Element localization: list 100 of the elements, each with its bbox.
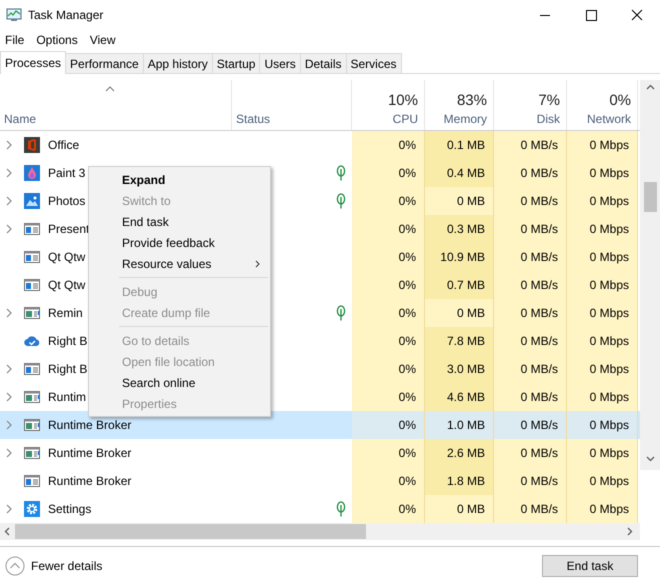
- expand-chevron-icon[interactable]: [6, 196, 12, 206]
- expand-chevron-icon[interactable]: [6, 168, 12, 178]
- table-cell: 0 Mbps: [567, 411, 638, 439]
- app-window-icon: [24, 473, 40, 489]
- table-cell: 0%: [352, 187, 425, 215]
- table-cell: 0 Mbps: [567, 215, 638, 243]
- table-cell: 0 MB/s: [494, 243, 567, 271]
- process-name: Runtime Broker: [48, 418, 132, 432]
- process-name: Settings: [48, 502, 92, 516]
- table-cell: 0 MB/s: [494, 411, 567, 439]
- app-window-icon: [24, 389, 40, 405]
- selected-row[interactable]: Runtime Broker 0% 1.0 MB 0 MB/s 0 Mbps: [0, 411, 640, 439]
- table-cell: 0 MB/s: [494, 131, 567, 159]
- scrollbar-thumb[interactable]: [15, 524, 366, 539]
- fewer-details-link[interactable]: Fewer details: [31, 559, 102, 573]
- scroll-up-icon[interactable]: [646, 84, 654, 90]
- table-cell: 0 Mbps: [567, 131, 638, 159]
- table-cell: 0 Mbps: [567, 243, 638, 271]
- column-header[interactable]: Name: [4, 112, 225, 126]
- table-cell: 0 Mbps: [567, 355, 638, 383]
- tab[interactable]: Startup: [212, 53, 260, 73]
- process-name: Photos: [48, 194, 86, 208]
- column-header[interactable]: Memory: [444, 112, 487, 126]
- table-cell: 0%: [352, 159, 425, 187]
- table-cell: 0 MB/s: [494, 495, 567, 523]
- tab[interactable]: Processes: [0, 51, 66, 74]
- tab[interactable]: App history: [142, 53, 213, 73]
- table-cell: 0.1 MB: [425, 131, 494, 159]
- end-task-button[interactable]: End task: [542, 555, 638, 577]
- process-name: Right B: [48, 334, 88, 348]
- process-name: Qt Qtw: [48, 278, 86, 292]
- scroll-left-icon[interactable]: [4, 527, 10, 536]
- tab[interactable]: Performance: [65, 53, 144, 73]
- menu-item[interactable]: Expand: [89, 169, 270, 190]
- column-header[interactable]: Status: [236, 112, 345, 126]
- tab[interactable]: Details: [300, 53, 346, 73]
- expand-chevron-icon[interactable]: [6, 224, 12, 234]
- usage-total: 0%: [609, 92, 631, 109]
- tab[interactable]: Users: [259, 53, 301, 73]
- table-cell: 0%: [352, 271, 425, 299]
- menu-item[interactable]: Options: [31, 33, 85, 47]
- table-cell: 0 Mbps: [567, 327, 638, 355]
- table-cell: 0%: [352, 327, 425, 355]
- table-cell: 0 MB/s: [494, 215, 567, 243]
- usage-total: 7%: [538, 92, 560, 109]
- office-logo-icon: [24, 137, 40, 153]
- table-cell: 1.8 MB: [425, 467, 494, 495]
- column-header[interactable]: Disk: [536, 112, 560, 126]
- table-cell: 0%: [352, 467, 425, 495]
- settings-icon: [24, 501, 40, 517]
- expand-chevron-icon[interactable]: [6, 308, 12, 318]
- table-cell: 2.6 MB: [425, 439, 494, 467]
- table-cell: 0 Mbps: [567, 383, 638, 411]
- app-window-icon: [24, 445, 40, 461]
- expand-chevron-icon[interactable]: [6, 140, 12, 150]
- table-cell: 3.0 MB: [425, 355, 494, 383]
- table-cell: 0.4 MB: [425, 159, 494, 187]
- scroll-down-icon[interactable]: [646, 456, 654, 462]
- table-cell: 10.9 MB: [425, 243, 494, 271]
- usage-total: 10%: [388, 92, 418, 109]
- expand-chevron-icon[interactable]: [6, 448, 12, 458]
- expand-chevron-icon[interactable]: [6, 364, 12, 374]
- app-window-icon: [24, 361, 40, 377]
- app-window-icon: [24, 305, 40, 321]
- window-title: Task Manager: [28, 8, 104, 22]
- expand-chevron-icon[interactable]: [6, 392, 12, 402]
- table-cell: 0%: [352, 495, 425, 523]
- menu-item[interactable]: Search online: [89, 372, 270, 393]
- scroll-right-icon[interactable]: [627, 527, 633, 536]
- table-cell: 0 MB/s: [494, 299, 567, 327]
- expand-chevron-icon[interactable]: [6, 504, 12, 514]
- scrollbar-thumb[interactable]: [644, 182, 656, 212]
- horizontal-scrollbar[interactable]: [0, 523, 640, 540]
- menu-item[interactable]: Provide feedback: [89, 232, 270, 253]
- table-cell: 0 MB/s: [494, 159, 567, 187]
- menu-item[interactable]: View: [84, 33, 122, 47]
- expand-chevron-icon[interactable]: [6, 420, 12, 430]
- usage-total: 83%: [456, 92, 487, 109]
- table-cell: 0 Mbps: [567, 439, 638, 467]
- process-name: Runtime Broker: [48, 446, 132, 460]
- table-cell: 0 Mbps: [567, 495, 638, 523]
- menu-item[interactable]: File: [0, 33, 32, 47]
- table-cell: 0 MB/s: [494, 355, 567, 383]
- table-cell: 0.3 MB: [425, 215, 494, 243]
- menu-item[interactable]: End task: [89, 211, 270, 232]
- column-header[interactable]: CPU: [392, 112, 418, 126]
- table-cell: 0 MB/s: [494, 327, 567, 355]
- vertical-scrollbar[interactable]: [640, 80, 660, 470]
- app-window-icon: [24, 221, 40, 237]
- menu-item[interactable]: Resource values: [89, 253, 270, 274]
- process-name: Remin: [48, 306, 83, 320]
- table-cell: 0%: [352, 383, 425, 411]
- table-cell: 0 MB/s: [494, 439, 567, 467]
- table-cell: 0%: [352, 299, 425, 327]
- landscape-photo-icon: [24, 193, 40, 209]
- process-name: Qt Qtw: [48, 250, 86, 264]
- tab[interactable]: Services: [346, 53, 402, 73]
- collapse-icon[interactable]: [5, 556, 25, 576]
- table-cell: 0 MB/s: [494, 187, 567, 215]
- column-header[interactable]: Network: [586, 112, 631, 126]
